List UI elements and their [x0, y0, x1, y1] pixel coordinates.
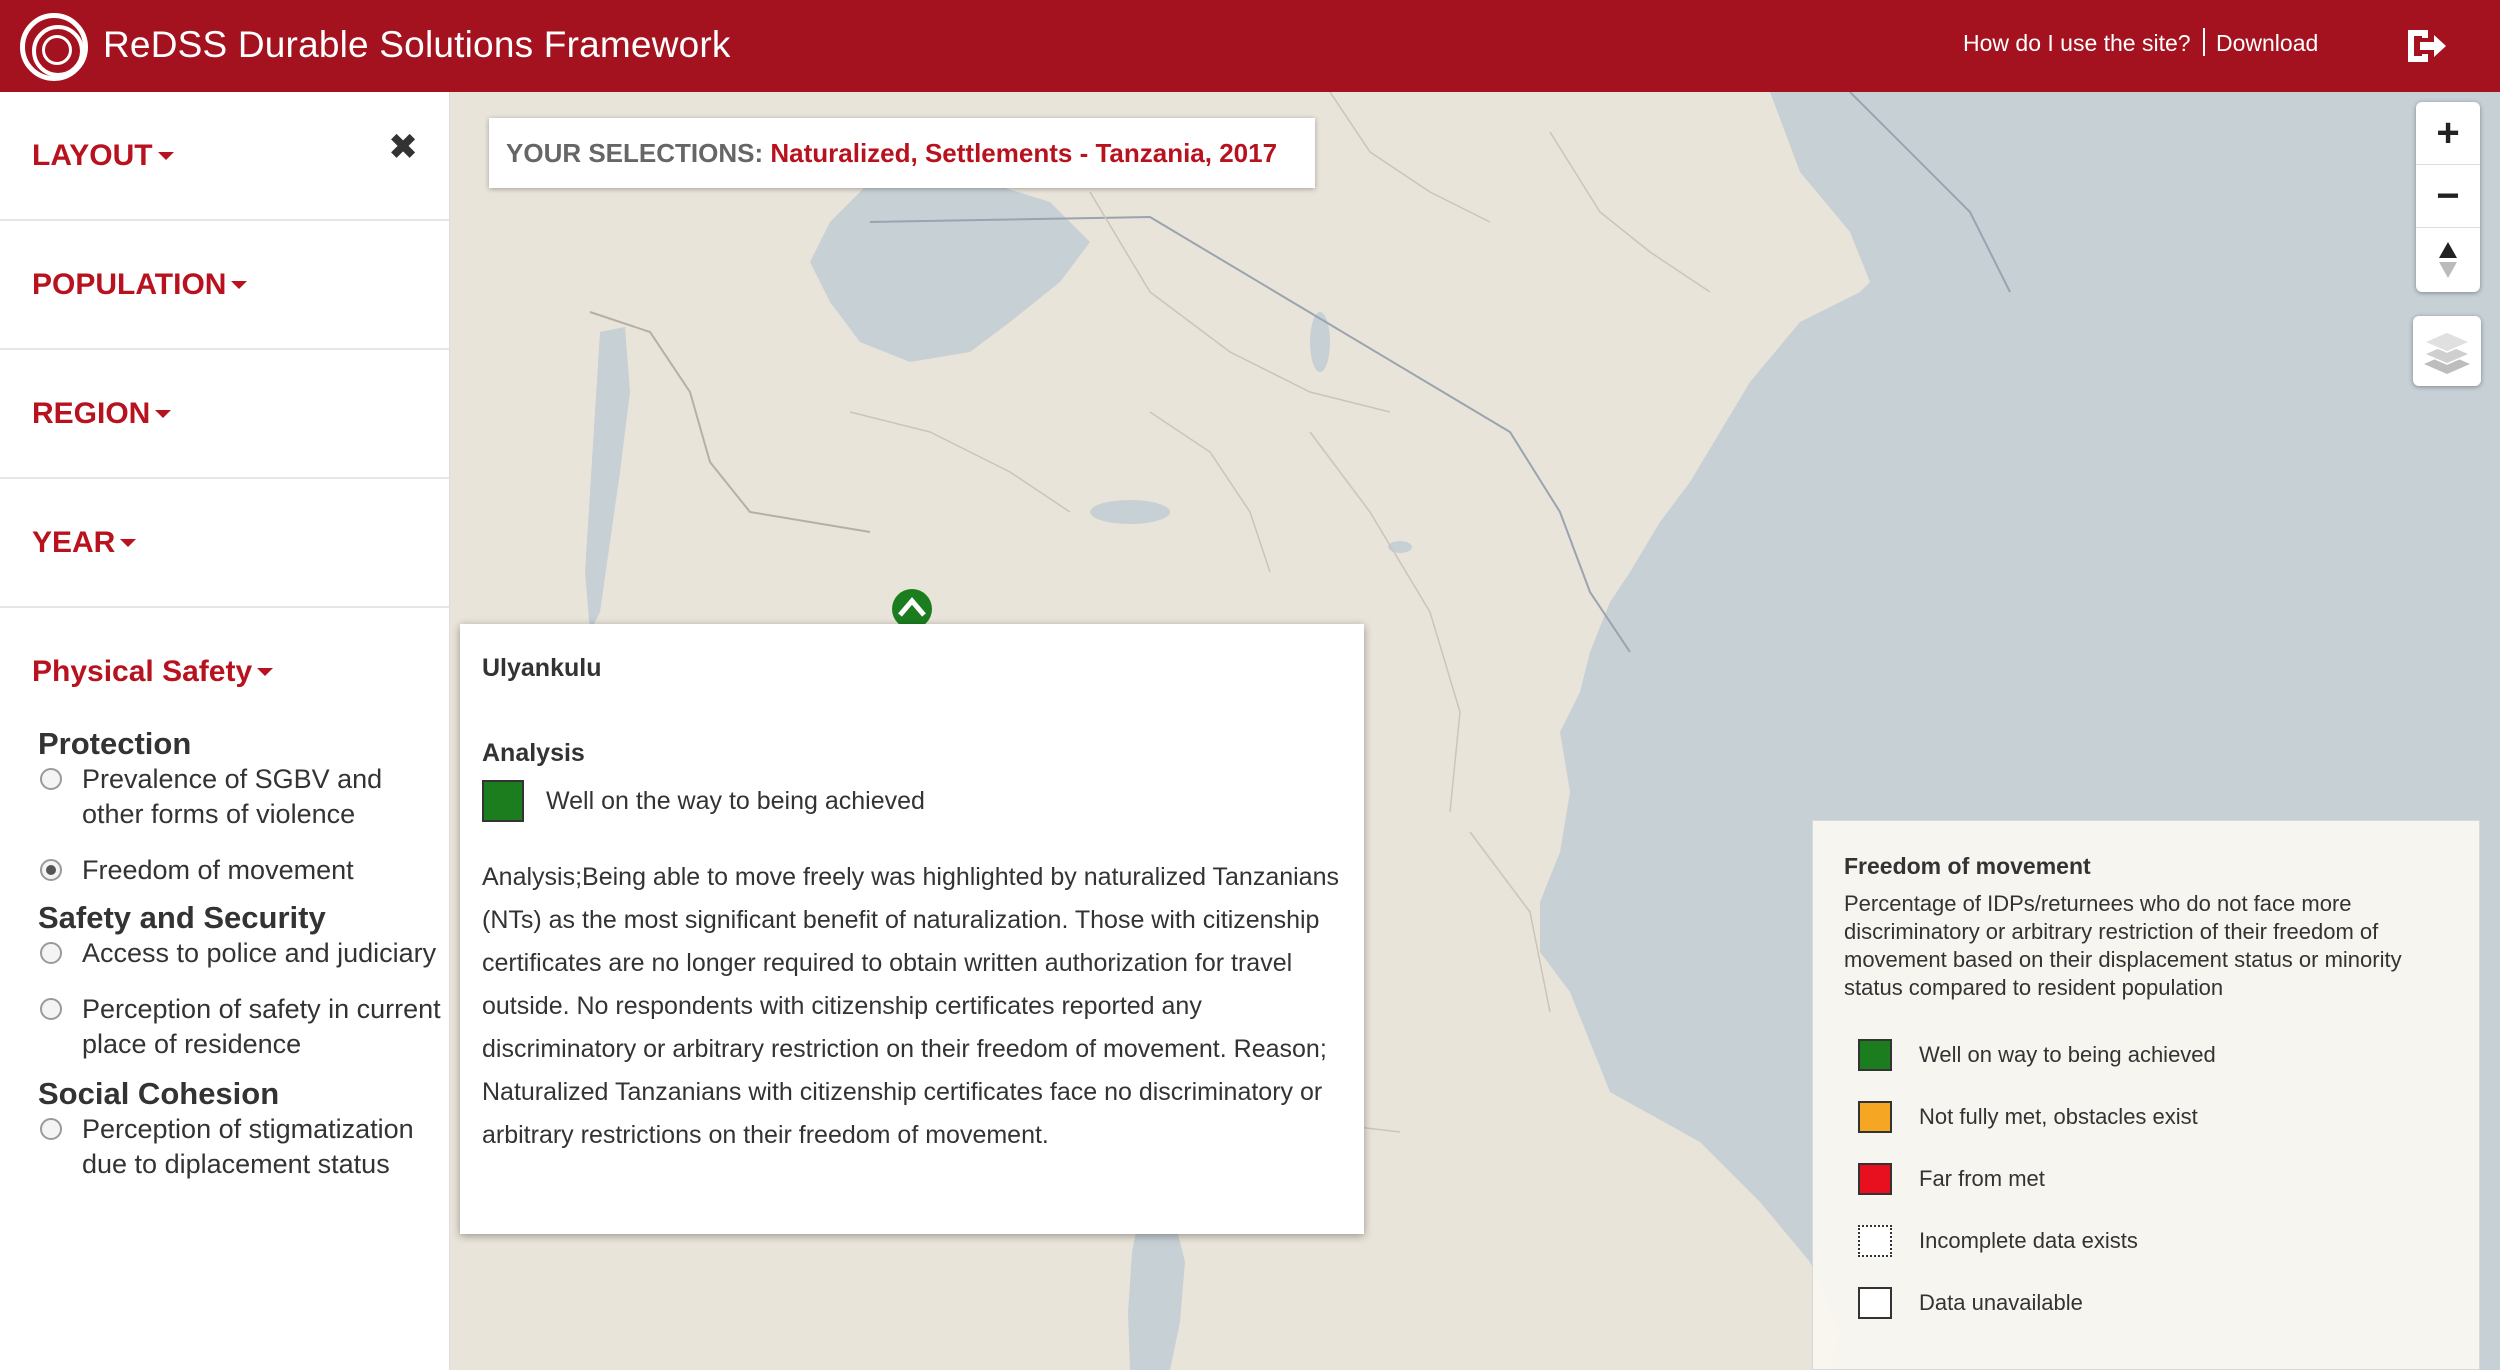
popup-status: Well on the way to being achieved — [482, 780, 1342, 822]
chevron-down-icon — [120, 538, 137, 547]
option-perception-safety[interactable]: Perception of safety in current place of… — [0, 992, 449, 1062]
legend-item: Data unavailable — [1844, 1272, 2448, 1334]
legend-item: Well on way to being achieved — [1844, 1024, 2448, 1086]
option-label: Perception of stigmatization due to dipl… — [82, 1114, 414, 1179]
legend-title: Freedom of movement — [1844, 853, 2091, 879]
status-swatch — [482, 780, 524, 822]
legend-swatch — [1858, 1101, 1892, 1133]
option-label: Prevalence of SGBV and other forms of vi… — [82, 764, 383, 829]
category-protection: Protection — [38, 726, 192, 761]
legend-swatch — [1858, 1039, 1892, 1071]
compass-button[interactable] — [2416, 228, 2480, 291]
download-link[interactable]: Download — [2216, 30, 2318, 57]
option-label: Perception of safety in current place of… — [82, 994, 441, 1059]
layers-button[interactable] — [2413, 316, 2481, 386]
option-police-judiciary[interactable]: Access to police and judiciary — [0, 936, 449, 971]
logout-icon[interactable] — [2404, 26, 2448, 66]
physical-safety-label: Physical Safety — [32, 655, 253, 688]
category-safety-security: Safety and Security — [38, 900, 326, 935]
zoom-controls: + − — [2416, 102, 2480, 292]
popup-analysis-text: Analysis;Being able to move freely was h… — [482, 863, 1339, 1149]
chevron-down-icon — [155, 409, 172, 418]
option-label: Access to police and judiciary — [82, 938, 437, 968]
legend-swatch — [1858, 1163, 1892, 1195]
region-dropdown[interactable]: REGION — [0, 350, 449, 479]
help-link[interactable]: How do I use the site? — [1963, 30, 2191, 57]
legend-item: Far from met — [1844, 1148, 2448, 1210]
compass-icon — [2439, 241, 2457, 278]
top-bar: ReDSS Durable Solutions Framework How do… — [0, 0, 2500, 92]
legend-label: Incomplete data exists — [1919, 1228, 2138, 1253]
location-popup: Ulyankulu Analysis Well on the way to be… — [460, 624, 1364, 1234]
category-social-cohesion: Social Cohesion — [38, 1076, 280, 1111]
app-title[interactable]: ReDSS Durable Solutions Framework — [103, 24, 731, 66]
popup-title: Ulyankulu — [482, 654, 602, 682]
status-label: Well on the way to being achieved — [546, 786, 925, 815]
population-dropdown[interactable]: POPULATION — [0, 221, 449, 350]
legend-swatch — [1858, 1287, 1892, 1319]
legend-label: Not fully met, obstacles exist — [1919, 1104, 2198, 1129]
layout-label: LAYOUT — [32, 138, 153, 172]
legend-label: Data unavailable — [1919, 1290, 2083, 1315]
legend-description: Percentage of IDPs/returnees who do not … — [1844, 891, 2402, 1000]
redss-logo-icon[interactable] — [20, 13, 88, 81]
option-sgbv[interactable]: Prevalence of SGBV and other forms of vi… — [0, 762, 449, 832]
map-legend: Freedom of movement Percentage of IDPs/r… — [1812, 820, 2480, 1370]
selections-banner: YOUR SELECTIONS: Naturalized, Settlement… — [489, 118, 1315, 188]
legend-label: Well on way to being achieved — [1919, 1042, 2216, 1067]
legend-swatch — [1858, 1225, 1892, 1257]
option-stigmatization[interactable]: Perception of stigmatization due to dipl… — [0, 1112, 449, 1182]
layers-icon — [2422, 331, 2472, 374]
zoom-out-button[interactable]: − — [2416, 165, 2480, 228]
region-label: REGION — [32, 396, 151, 430]
radio-button[interactable] — [40, 998, 62, 1020]
link-divider — [2203, 28, 2205, 56]
legend-item: Not fully met, obstacles exist — [1844, 1086, 2448, 1148]
option-freedom-of-movement[interactable]: Freedom of movement — [0, 853, 449, 888]
legend-item: Incomplete data exists — [1844, 1210, 2448, 1272]
chevron-down-icon — [257, 668, 274, 676]
popup-analysis-heading: Analysis — [482, 739, 585, 767]
chevron-down-icon — [157, 151, 174, 160]
zoom-in-button[interactable]: + — [2416, 102, 2480, 165]
legend-label: Far from met — [1919, 1166, 2045, 1191]
chevron-down-icon — [231, 280, 248, 289]
layout-dropdown[interactable]: LAYOUT — [0, 92, 449, 221]
radio-button-selected[interactable] — [40, 859, 62, 881]
option-label: Freedom of movement — [82, 855, 354, 885]
year-dropdown[interactable]: YEAR — [0, 479, 449, 608]
radio-button[interactable] — [40, 942, 62, 964]
year-label: YEAR — [32, 525, 116, 559]
radio-button[interactable] — [40, 768, 62, 790]
sidebar: ✖ LAYOUT POPULATION REGION YEAR Physical… — [0, 92, 450, 1370]
radio-button[interactable] — [40, 1118, 62, 1140]
population-label: POPULATION — [32, 267, 227, 301]
physical-safety-dropdown[interactable]: Physical Safety — [0, 608, 449, 736]
selections-value: Naturalized, Settlements - Tanzania, 201… — [770, 138, 1278, 168]
selections-label: YOUR SELECTIONS: — [506, 138, 764, 168]
